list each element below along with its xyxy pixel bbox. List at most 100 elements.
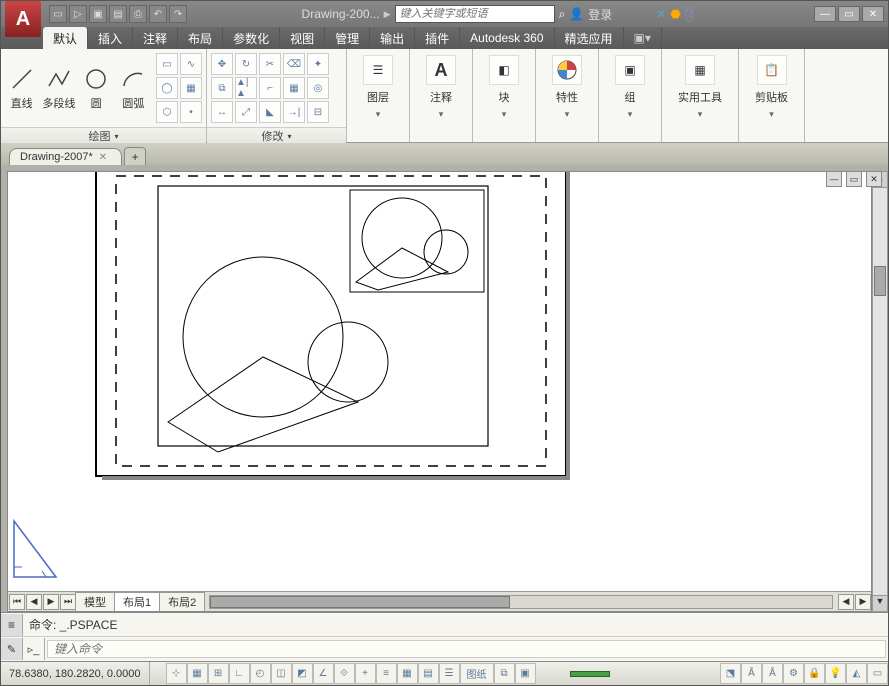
tab-default[interactable]: 默认 bbox=[43, 27, 88, 49]
tab-parametric[interactable]: 参数化 bbox=[223, 27, 280, 49]
otrack-icon[interactable]: ∠ bbox=[313, 663, 334, 684]
panel-modify-title[interactable]: 修改▾ bbox=[207, 127, 346, 144]
panel-drop-icon[interactable]: ▾ bbox=[502, 109, 507, 120]
sc-icon[interactable]: ☰ bbox=[439, 663, 460, 684]
help-icon[interactable]: ? bbox=[685, 6, 694, 22]
v-scroll-thumb[interactable] bbox=[874, 266, 886, 296]
panel-drop-icon[interactable]: ▾ bbox=[376, 109, 381, 120]
osnap-icon[interactable]: ◫ bbox=[271, 663, 292, 684]
panel-drop-icon[interactable]: ▾ bbox=[565, 109, 570, 120]
tab-output[interactable]: 输出 bbox=[370, 27, 415, 49]
hardware-accel-icon[interactable]: 💡 bbox=[825, 663, 846, 684]
transparency-icon[interactable]: ▦ bbox=[397, 663, 418, 684]
panel-drop-icon[interactable]: ▾ bbox=[769, 109, 774, 120]
search-input[interactable] bbox=[395, 5, 555, 23]
explode-icon[interactable]: ✦ bbox=[307, 53, 329, 75]
vp-min-icon[interactable]: — bbox=[826, 171, 842, 187]
close-button[interactable]: ✕ bbox=[862, 6, 884, 22]
vscroll-down-icon[interactable]: ▼ bbox=[873, 595, 887, 611]
calc-icon[interactable]: ▦ bbox=[685, 55, 715, 85]
exchange-icon[interactable]: ✕ bbox=[656, 7, 666, 21]
copy-icon[interactable]: ⧉ bbox=[211, 77, 233, 99]
tab-featured[interactable]: 精选应用 bbox=[555, 27, 624, 49]
toolbar-lock-icon[interactable]: 🔒 bbox=[804, 663, 825, 684]
block-icon[interactable]: ◧ bbox=[489, 55, 519, 85]
tool-arc[interactable]: 圆弧 bbox=[117, 65, 150, 111]
doc-tab-close-icon[interactable]: ✕ bbox=[99, 152, 107, 163]
tab-nav-prev-icon[interactable]: ◀ bbox=[26, 594, 42, 610]
h-scroll-thumb[interactable] bbox=[210, 596, 510, 608]
lwt-icon[interactable]: ≡ bbox=[376, 663, 397, 684]
model-tab[interactable]: 模型 bbox=[75, 592, 115, 612]
search-icon[interactable]: ⌕ bbox=[559, 7, 566, 22]
point-icon[interactable]: • bbox=[180, 101, 202, 123]
break-icon[interactable]: ⊟ bbox=[307, 101, 329, 123]
cmd-history-icon[interactable]: ≡ bbox=[1, 614, 23, 636]
qat-redo-icon[interactable]: ↷ bbox=[169, 5, 187, 23]
cmd-tools-icon[interactable]: ✎ bbox=[1, 638, 23, 660]
qat-undo-icon[interactable]: ↶ bbox=[149, 5, 167, 23]
app-store-icon[interactable]: ⬣ bbox=[670, 7, 680, 21]
rect-icon[interactable]: ▭ bbox=[156, 53, 178, 75]
tab-view[interactable]: 视图 bbox=[280, 27, 325, 49]
layers-icon[interactable]: ☰ bbox=[363, 55, 393, 85]
isolate-icon[interactable]: ◭ bbox=[846, 663, 867, 684]
title-dropdown-icon[interactable]: ▶ bbox=[384, 9, 391, 20]
qat-new-icon[interactable]: ▭ bbox=[49, 5, 67, 23]
drawing-canvas[interactable]: ⏮ ◀ ▶ ⏭ 模型 布局1 布局2 ◀ ▶ bbox=[7, 171, 872, 612]
tab-annotate[interactable]: 注释 bbox=[133, 27, 178, 49]
ortho-icon[interactable]: ∟ bbox=[229, 663, 250, 684]
annotation-scale-icon[interactable]: ⬔ bbox=[720, 663, 741, 684]
document-tab[interactable]: Drawing-2007* ✕ bbox=[9, 148, 122, 165]
extend-icon[interactable]: →| bbox=[283, 101, 305, 123]
qp-icon[interactable]: ▤ bbox=[418, 663, 439, 684]
quickview-layouts-icon[interactable]: ⧉ bbox=[494, 663, 515, 684]
rotate-icon[interactable]: ↻ bbox=[235, 53, 257, 75]
tab-expand-icon[interactable]: ▣▾ bbox=[624, 27, 662, 49]
cmd-prompt-icon[interactable]: ▹_ bbox=[23, 638, 45, 660]
app-menu-button[interactable]: A bbox=[5, 1, 41, 37]
qat-print-icon[interactable]: ⎙ bbox=[129, 5, 147, 23]
mirror-icon[interactable]: ▲|▲ bbox=[235, 77, 257, 99]
hscroll-left-icon[interactable]: ◀ bbox=[838, 594, 854, 610]
hatch-icon[interactable]: ▦ bbox=[180, 77, 202, 99]
v-scrollbar[interactable]: ▲ ▼ bbox=[872, 171, 888, 612]
panel-drop-icon[interactable]: ▾ bbox=[698, 109, 703, 120]
qat-save-icon[interactable]: ▣ bbox=[89, 5, 107, 23]
polar-icon[interactable]: ◴ bbox=[250, 663, 271, 684]
dyn-icon[interactable]: + bbox=[355, 663, 376, 684]
erase-icon[interactable]: ⌫ bbox=[283, 53, 305, 75]
tool-circle[interactable]: 圆 bbox=[80, 65, 113, 111]
ellipse-icon[interactable]: ◯ bbox=[156, 77, 178, 99]
user-icon[interactable]: 👤 bbox=[569, 7, 584, 21]
offset-icon[interactable]: ◎ bbox=[307, 77, 329, 99]
h-scrollbar[interactable] bbox=[209, 595, 833, 609]
cleanscreen-icon[interactable]: ▭ bbox=[867, 663, 888, 684]
tab-nav-first-icon[interactable]: ⏮ bbox=[9, 594, 25, 610]
tab-plugins[interactable]: 插件 bbox=[415, 27, 460, 49]
properties-icon[interactable] bbox=[552, 55, 582, 85]
panel-drop-icon[interactable]: ▾ bbox=[628, 109, 633, 120]
text-icon[interactable]: A bbox=[426, 55, 456, 85]
stretch-icon[interactable]: ↔ bbox=[211, 101, 233, 123]
vp-max-icon[interactable]: ▭ bbox=[846, 171, 862, 187]
tool-line[interactable]: 直线 bbox=[5, 65, 38, 111]
fillet-icon[interactable]: ⌐ bbox=[259, 77, 281, 99]
login-label[interactable]: 登录 bbox=[588, 6, 612, 23]
maximize-button[interactable]: ▭ bbox=[838, 6, 860, 22]
quickview-drawings-icon[interactable]: ▣ bbox=[515, 663, 536, 684]
tab-manage[interactable]: 管理 bbox=[325, 27, 370, 49]
clipboard-icon[interactable]: 📋 bbox=[757, 55, 787, 85]
vp-close-icon[interactable]: ✕ bbox=[866, 171, 882, 187]
snap-infer-icon[interactable]: ⊹ bbox=[166, 663, 187, 684]
workspace-icon[interactable]: ⚙ bbox=[783, 663, 804, 684]
qat-saveas-icon[interactable]: ▤ bbox=[109, 5, 127, 23]
annotation-auto-icon[interactable]: Å bbox=[762, 663, 783, 684]
group-icon[interactable]: ▣ bbox=[615, 55, 645, 85]
command-input[interactable] bbox=[47, 640, 886, 658]
snap-icon[interactable]: ▦ bbox=[187, 663, 208, 684]
minimize-button[interactable]: — bbox=[814, 6, 836, 22]
tool-polyline[interactable]: 多段线 bbox=[42, 65, 75, 111]
qat-open-icon[interactable]: ▷ bbox=[69, 5, 87, 23]
coordinates[interactable]: 78.6380, 180.2820, 0.0000 bbox=[1, 662, 150, 685]
